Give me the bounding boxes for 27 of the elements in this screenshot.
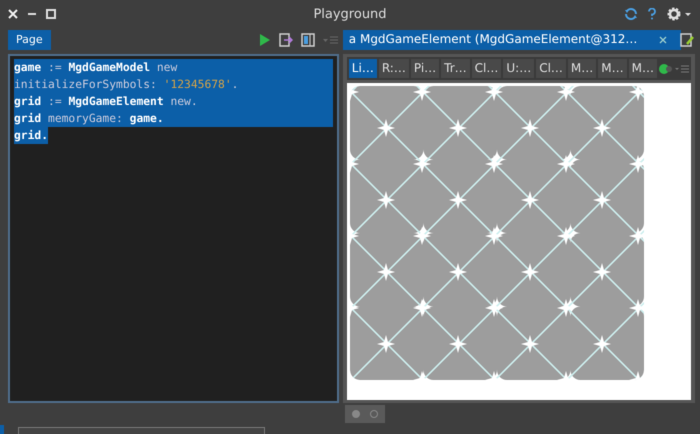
view-tab[interactable]: M… xyxy=(598,59,627,78)
view-tab[interactable]: U:… xyxy=(503,59,534,78)
inspector-tab[interactable]: a MgdGameElement (MgdGameElement@312… xyxy=(342,30,681,50)
view-tab[interactable]: Li… xyxy=(348,59,377,78)
window-title: Playground xyxy=(313,6,387,22)
view-tab[interactable]: R:… xyxy=(378,59,409,78)
view-tab[interactable]: Cl… xyxy=(472,59,502,78)
columns-icon[interactable] xyxy=(300,33,315,47)
page-tab[interactable]: Page xyxy=(8,30,51,50)
maximize-icon[interactable] xyxy=(46,9,56,19)
view-tab[interactable]: Tr… xyxy=(441,59,470,78)
dropdown-menu-icon[interactable] xyxy=(675,64,689,74)
toggle-icon[interactable] xyxy=(659,62,673,74)
view-tab[interactable]: M… xyxy=(568,59,596,78)
play-icon[interactable] xyxy=(258,33,271,47)
view-tab[interactable]: Cl… xyxy=(536,59,566,78)
view-tab[interactable]: M… xyxy=(628,59,657,78)
settings-icon[interactable] xyxy=(666,6,692,22)
page-dot[interactable] xyxy=(352,410,360,418)
code-editor[interactable]: game := MgdGameModel new initializeForSymbols: '12345678'. grid := MgdGameElement new. grid memoryGame: game. grid. xyxy=(8,54,339,403)
refresh-icon[interactable] xyxy=(624,7,638,21)
taskbar-item[interactable] xyxy=(18,427,265,434)
view-tab[interactable]: Pi… xyxy=(410,59,440,78)
page-dot[interactable] xyxy=(370,410,378,418)
help-icon[interactable] xyxy=(648,8,656,20)
edit-icon[interactable] xyxy=(679,32,695,48)
export-icon[interactable] xyxy=(278,33,293,47)
